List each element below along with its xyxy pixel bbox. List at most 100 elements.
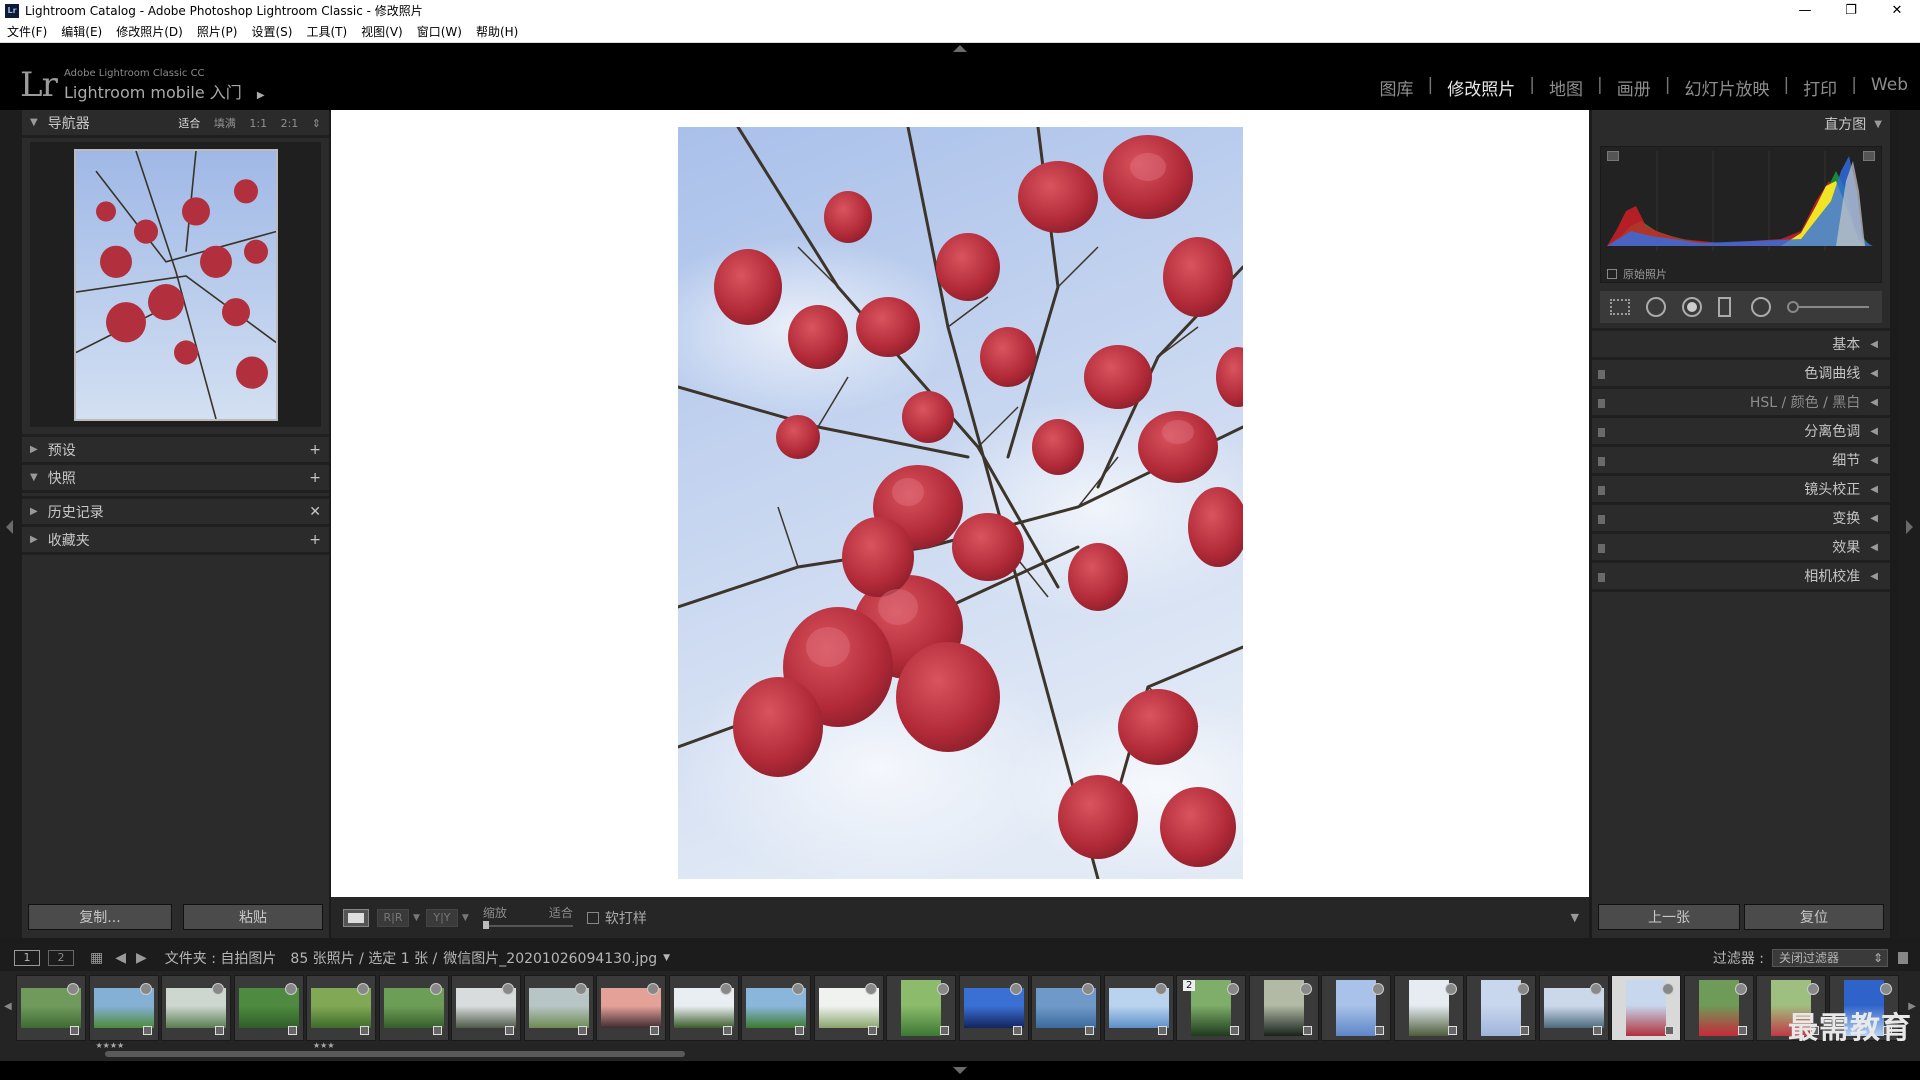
panel-switch[interactable] [1598, 544, 1605, 553]
panel-switch[interactable] [1598, 428, 1605, 437]
close-button[interactable]: ✕ [1874, 0, 1920, 21]
panel-detail[interactable]: 细节 ◀ [1592, 447, 1890, 476]
filmstrip-thumbnail[interactable] [886, 975, 956, 1041]
menu-photo[interactable]: 照片(P) [197, 23, 238, 40]
window-1-button[interactable]: 1 [14, 949, 40, 966]
add-preset-icon[interactable]: + [309, 442, 321, 458]
filter-select[interactable]: 关闭过滤器 ⇕ [1772, 948, 1888, 967]
panel-switch[interactable] [1598, 515, 1605, 524]
panel-split-toning[interactable]: 分离色调 ◀ [1592, 418, 1890, 447]
module-develop[interactable]: 修改照片 [1445, 75, 1517, 100]
identity-mobile-link[interactable]: Lightroom mobile 入门 ▶ [64, 79, 265, 103]
menu-view[interactable]: 视图(V) [361, 23, 403, 40]
module-slideshow[interactable]: 幻灯片放映 [1682, 75, 1771, 100]
menu-help[interactable]: 帮助(H) [476, 23, 518, 40]
graduated-filter-icon[interactable] [1718, 297, 1731, 317]
collections-header[interactable]: ▶ 收藏夹 + [22, 527, 329, 555]
panel-switch[interactable] [1598, 399, 1605, 408]
filmstrip-thumbnail[interactable] [1103, 975, 1174, 1041]
grid-view-icon[interactable]: ▦ [90, 950, 103, 966]
navigator-preview[interactable] [30, 142, 321, 427]
filmstrip-thumbnail[interactable] [1248, 975, 1319, 1041]
panel-camera-calibration[interactable]: 相机校准 ◀ [1592, 563, 1890, 592]
panel-basic[interactable]: 基本 ◀ [1592, 331, 1890, 360]
menu-edit[interactable]: 编辑(E) [61, 23, 102, 40]
zoom-fit[interactable]: 适合 [178, 117, 200, 130]
menu-settings[interactable]: 设置(S) [251, 23, 292, 40]
source-path[interactable]: 文件夹 : 自拍图片 [165, 948, 277, 968]
menu-develop[interactable]: 修改照片(D) [116, 23, 183, 40]
filmstrip-thumbnail[interactable] [1538, 975, 1609, 1041]
zoom-slider-thumb[interactable] [482, 920, 489, 929]
filmstrip-thumbnail[interactable] [523, 975, 594, 1041]
zoom-fill[interactable]: 填满 [214, 117, 236, 130]
window-2-button[interactable]: 2 [48, 949, 74, 966]
highlight-clipping-icon[interactable] [1863, 151, 1875, 161]
add-collection-icon[interactable]: + [309, 532, 321, 548]
shadow-clipping-icon[interactable] [1607, 151, 1619, 161]
panel-hsl[interactable]: HSL / 颜色 / 黑白 ◀ [1592, 389, 1890, 418]
toolbar-menu-icon[interactable]: ▼ [1571, 911, 1579, 924]
right-panel-toggle[interactable] [1898, 110, 1920, 938]
filmstrip-thumbnail[interactable] [741, 975, 811, 1041]
filmstrip-thumbnail[interactable] [378, 975, 449, 1041]
filmstrip-thumbnail[interactable] [958, 975, 1029, 1041]
clear-history-icon[interactable]: ✕ [309, 504, 321, 520]
filmstrip-thumbnail[interactable] [1466, 975, 1536, 1041]
zoom-more-icon[interactable]: ⇕ [312, 117, 321, 130]
snapshots-header[interactable]: ▼ 快照 + [22, 465, 329, 493]
module-web[interactable]: Web [1869, 75, 1910, 100]
menu-window[interactable]: 窗口(W) [417, 23, 462, 40]
panel-switch[interactable] [1598, 573, 1605, 582]
zoom-slider-track[interactable] [482, 924, 573, 927]
zoom-control[interactable]: 缩放 适合 [482, 903, 573, 933]
panel-switch[interactable] [1598, 486, 1605, 495]
stack-count[interactable]: 2 [1183, 980, 1196, 991]
zoom-2-1[interactable]: 2:1 [281, 117, 299, 130]
red-eye-icon[interactable] [1682, 297, 1702, 317]
presets-header[interactable]: ▶ 预设 + [22, 437, 329, 465]
menu-tools[interactable]: 工具(T) [306, 23, 347, 40]
softproof-checkbox[interactable] [586, 911, 599, 924]
panel-effects[interactable]: 效果 ◀ [1592, 534, 1890, 563]
loupe-view[interactable] [331, 110, 1589, 897]
current-filename[interactable]: 微信图片_20201026094130.jpg [443, 948, 657, 968]
dropdown-arrow-icon[interactable]: ▼ [462, 913, 469, 923]
forward-arrow-icon[interactable]: ▶ [136, 950, 147, 966]
adjustment-brush-icon[interactable] [1787, 301, 1869, 313]
previous-button[interactable]: 上一张 [1598, 904, 1740, 930]
histogram[interactable]: 原始照片 [1600, 146, 1882, 283]
filmstrip-thumbnail[interactable]: ★★★ [306, 975, 376, 1050]
panel-lens-corrections[interactable]: 镜头校正 ◀ [1592, 476, 1890, 505]
filter-lock-icon[interactable] [1898, 951, 1908, 964]
module-print[interactable]: 打印 [1801, 75, 1839, 100]
top-panel-toggle[interactable] [0, 43, 1920, 53]
panel-tone-curve[interactable]: 色调曲线 ◀ [1592, 360, 1890, 389]
filmstrip-thumbnail[interactable] [668, 975, 739, 1041]
filmstrip-thumbnail[interactable]: ★★★★ [88, 975, 159, 1050]
add-snapshot-icon[interactable]: + [309, 470, 321, 486]
filmstrip-thumbnail[interactable]: 2 [1176, 975, 1246, 1041]
filmstrip-thumbnail[interactable] [233, 975, 304, 1041]
filmstrip-thumbnail[interactable] [451, 975, 521, 1041]
copy-settings-button[interactable]: 复制... [28, 904, 172, 930]
filmstrip[interactable]: ★★★★ ★★★ 2 ◀ ▶ 最需教育 [0, 971, 1920, 1061]
back-arrow-icon[interactable]: ◀ [115, 950, 126, 966]
filmstrip-thumbnail[interactable] [16, 975, 86, 1041]
reset-button[interactable]: 复位 [1744, 904, 1884, 930]
scroll-left-icon[interactable]: ◀ [4, 1001, 12, 1012]
filmstrip-thumbnail[interactable] [813, 975, 884, 1041]
bottom-panel-toggle[interactable] [0, 1061, 1920, 1080]
crop-overlay-icon[interactable] [1610, 299, 1630, 315]
histogram-header[interactable]: 直方图 ▼ [1592, 110, 1890, 138]
module-map[interactable]: 地图 [1547, 75, 1585, 100]
left-panel-toggle[interactable] [0, 110, 22, 938]
star-rating[interactable]: ★★★ [313, 1041, 335, 1050]
radial-filter-icon[interactable] [1751, 297, 1771, 317]
module-library[interactable]: 图库 [1378, 75, 1416, 100]
filmstrip-thumbnail[interactable] [1611, 975, 1681, 1041]
paste-settings-button[interactable]: 粘贴 [183, 904, 323, 930]
minimize-button[interactable]: — [1782, 0, 1828, 21]
panel-switch[interactable] [1598, 457, 1605, 466]
filmstrip-thumbnail[interactable] [1321, 975, 1391, 1041]
